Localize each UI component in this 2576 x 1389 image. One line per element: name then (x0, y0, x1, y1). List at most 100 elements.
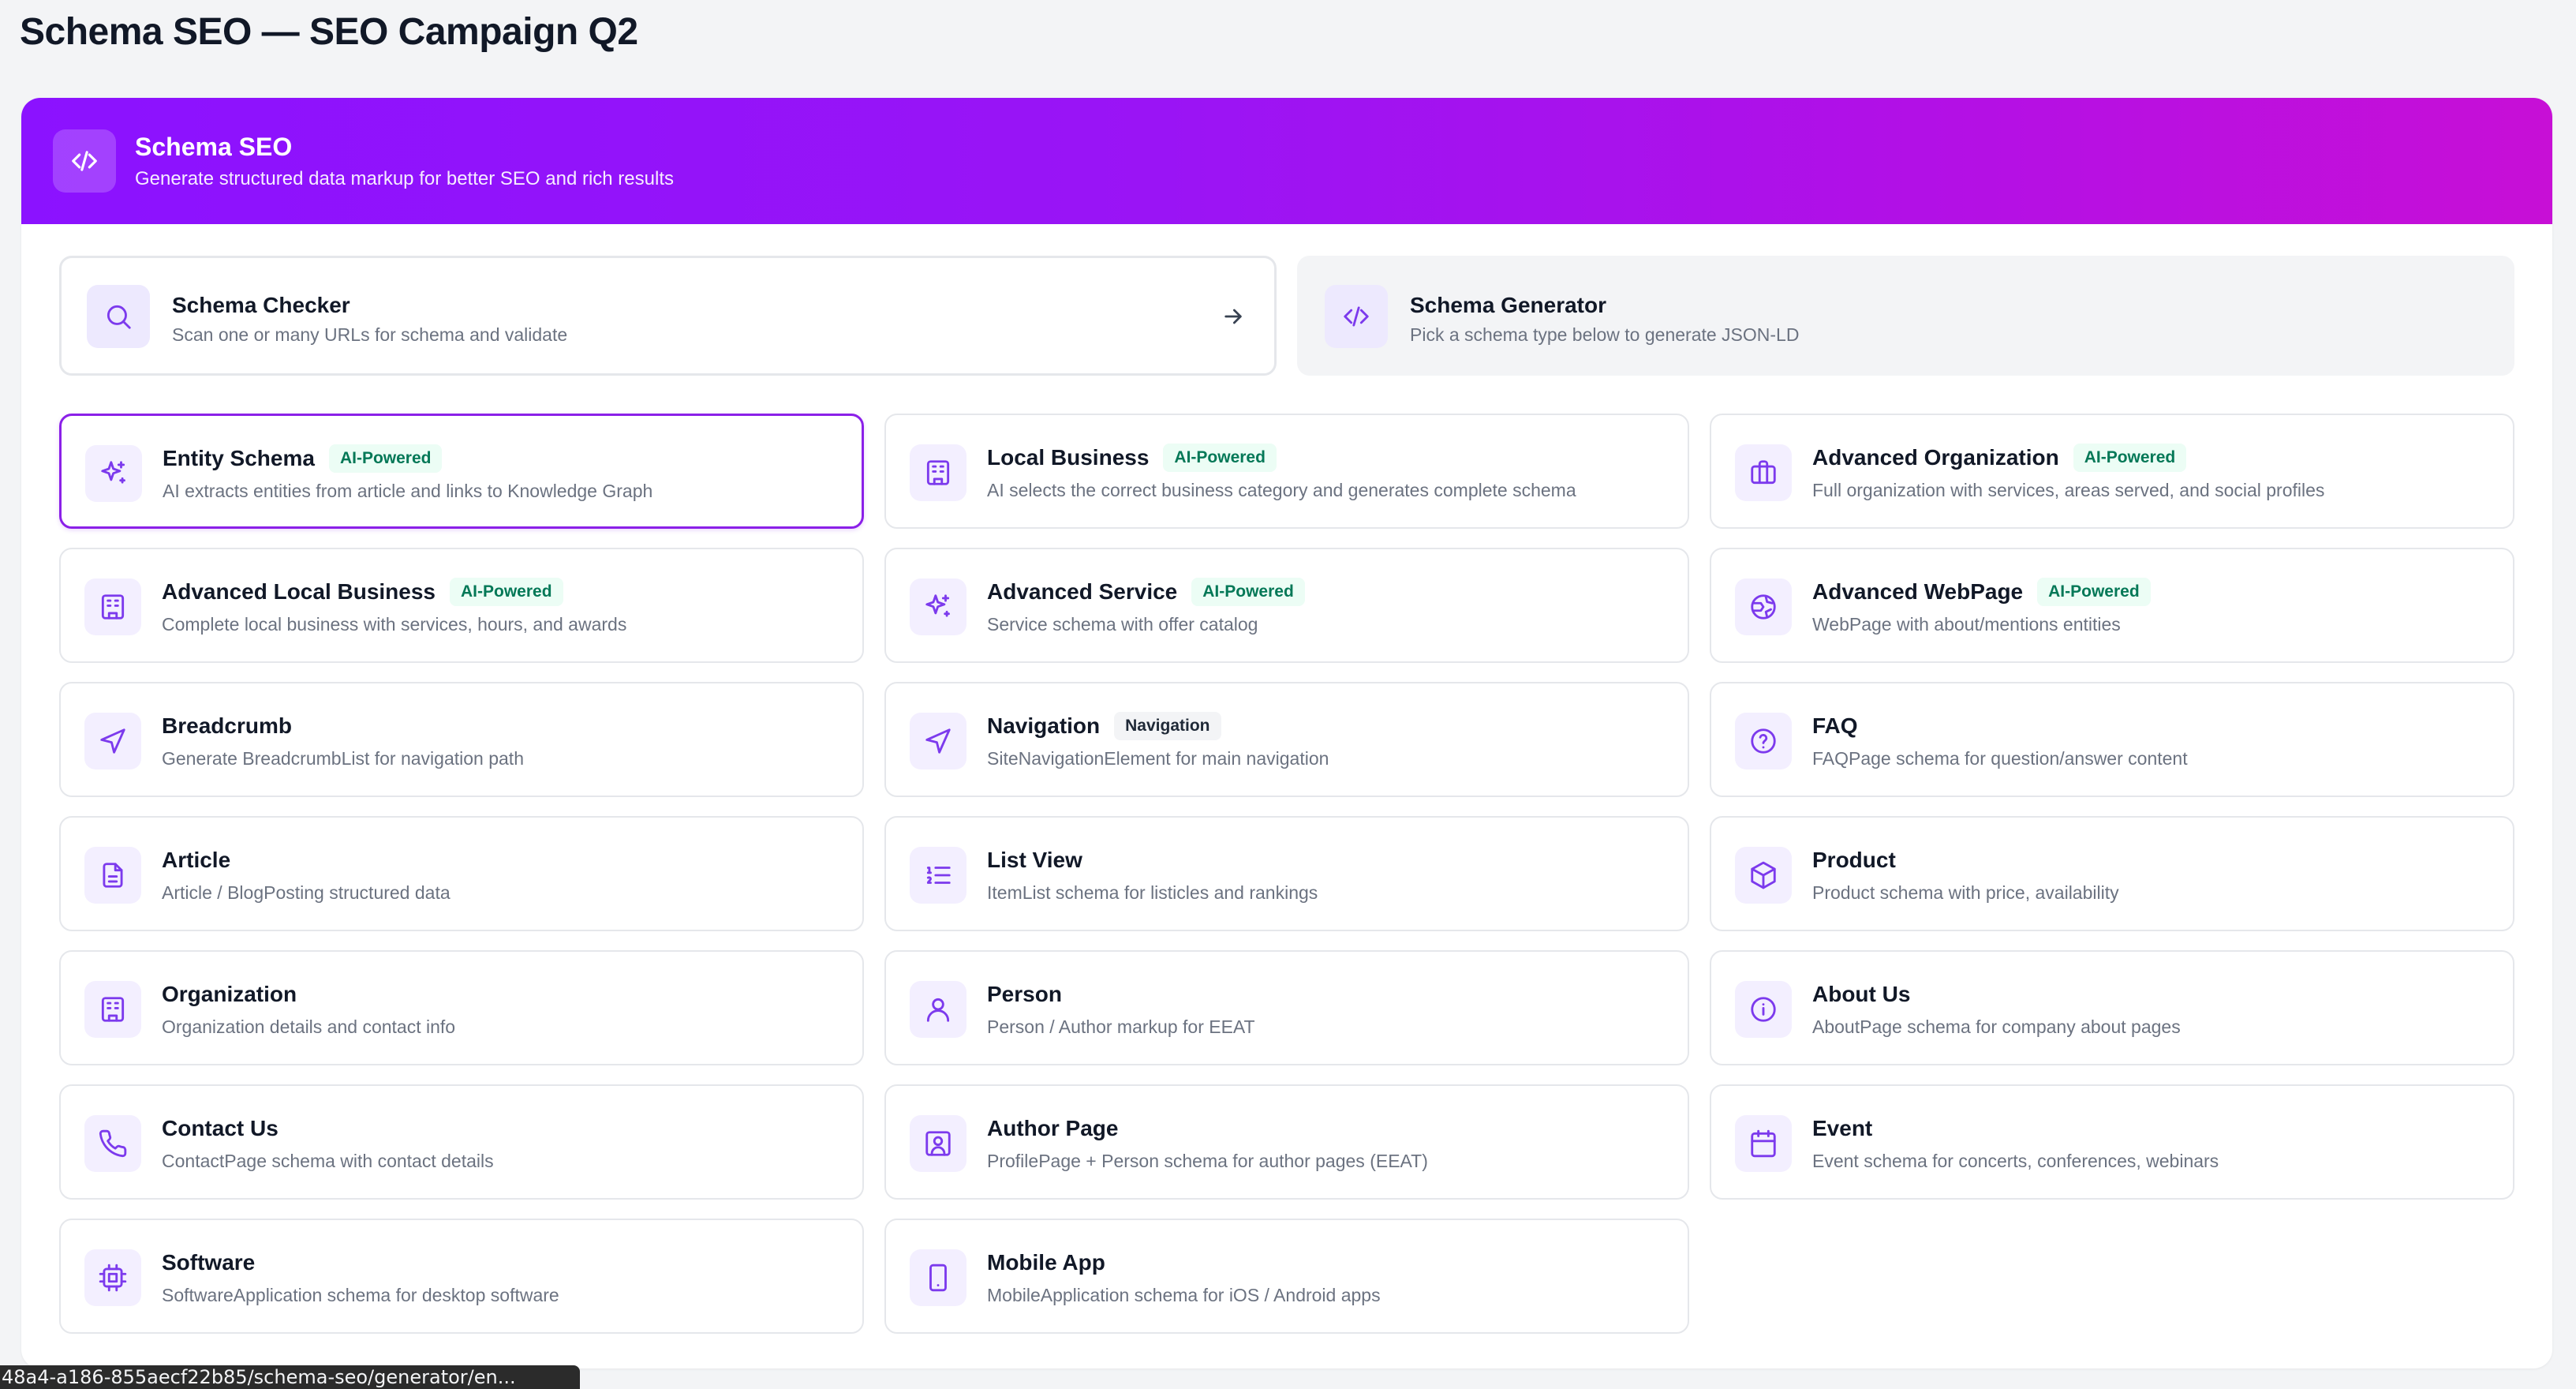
card-icon-box (84, 578, 141, 635)
sparkles-icon (925, 594, 950, 617)
list-ordered-icon (926, 867, 951, 884)
package-icon (1751, 861, 1776, 889)
card-icon-box (1735, 713, 1792, 769)
schema-type-card-article[interactable]: Article Article / BlogPosting structured… (59, 816, 864, 931)
card-header: Navigation Navigation (987, 710, 1221, 742)
card-subtitle: AI selects the correct business category… (987, 480, 1576, 500)
schema-type-card-software[interactable]: Software SoftwareApplication schema for … (59, 1219, 864, 1334)
card-subtitle: Person / Author markup for EEAT (987, 1016, 1255, 1037)
navigation-icon (925, 728, 951, 754)
card-subtitle: AI extracts entities from article and li… (163, 481, 653, 501)
schema-checker-card[interactable]: Schema Checker Scan one or many URLs for… (59, 256, 1277, 376)
card-icon-box (1735, 1115, 1792, 1172)
card-icon-box (1735, 847, 1792, 904)
card-subtitle: Product schema with price, availability (1812, 882, 2119, 903)
card-header: List View (987, 844, 1082, 876)
card-header: Entity Schema AI-Powered (163, 443, 443, 474)
schema-type-card-navigation[interactable]: Navigation Navigation SiteNavigationElem… (884, 682, 1689, 797)
schema-type-card-advanced-local-business[interactable]: Advanced Local Business AI-Powered Compl… (59, 548, 864, 663)
card-header: About Us (1812, 979, 1910, 1010)
schema-generator-card[interactable]: Schema Generator Pick a schema type belo… (1297, 256, 2514, 376)
schema-type-card-contact-us[interactable]: Contact Us ContactPage schema with conta… (59, 1084, 864, 1200)
card-icon-box (910, 1115, 966, 1172)
user-icon (926, 998, 950, 1022)
card-header: Advanced Local Business AI-Powered (162, 576, 563, 608)
card-header: Contact Us (162, 1113, 279, 1144)
schema-type-card-entity-schema[interactable]: Entity Schema AI-Powered AI extracts ent… (59, 414, 864, 529)
card-icon-box (85, 445, 142, 502)
card-title: List View (987, 848, 1082, 872)
schema-type-card-advanced-service[interactable]: Advanced Service AI-Powered Service sche… (884, 548, 1689, 663)
page-title: Schema SEO — SEO Campaign Q2 (20, 11, 638, 53)
card-subtitle: Article / BlogPosting structured data (162, 882, 451, 903)
schema-type-card-mobile-app[interactable]: Mobile App MobileApplication schema for … (884, 1219, 1689, 1334)
card-title: About Us (1812, 982, 1911, 1006)
schema-type-card-organization[interactable]: Organization Organization details and co… (59, 950, 864, 1065)
card-icon-box (910, 713, 966, 769)
card-title: Advanced Local Business (162, 579, 436, 604)
card-subtitle: FAQPage schema for question/answer conte… (1812, 748, 2188, 769)
card-subtitle: Organization details and contact info (162, 1016, 456, 1037)
card-icon-box (910, 847, 966, 904)
globe-icon (1751, 594, 1776, 620)
ai-powered-badge: AI-Powered (2037, 578, 2151, 606)
card-title: Contact Us (162, 1116, 279, 1140)
card-icon-box (910, 1249, 966, 1306)
card-title: Local Business (987, 445, 1150, 470)
card-title: Breadcrumb (162, 713, 292, 738)
card-header: Article (162, 844, 230, 876)
card-subtitle: ContactPage schema with contact details (162, 1151, 494, 1171)
help-circle-icon (1751, 728, 1776, 754)
tool-icon-box (1325, 285, 1388, 348)
card-subtitle: SiteNavigationElement for main navigatio… (987, 748, 1329, 769)
card-header: Breadcrumb (162, 710, 292, 742)
cpu-icon (99, 1264, 127, 1292)
tool-icon-box (87, 285, 150, 348)
card-subtitle: WebPage with about/mentions entities (1812, 614, 2121, 635)
ai-powered-badge: AI-Powered (2073, 444, 2187, 472)
sparkles-icon (101, 461, 125, 484)
building-icon (101, 997, 125, 1022)
schema-type-card-list-view[interactable]: List View ItemList schema for listicles … (884, 816, 1689, 931)
card-header: Mobile App (987, 1247, 1105, 1279)
card-title: Mobile App (987, 1250, 1105, 1275)
code-icon (72, 151, 97, 171)
schema-type-card-person[interactable]: Person Person / Author markup for EEAT (884, 950, 1689, 1065)
schema-type-card-about-us[interactable]: About Us AboutPage schema for company ab… (1710, 950, 2514, 1065)
card-icon-box (910, 981, 966, 1038)
tool-subtitle: Pick a schema type below to generate JSO… (1410, 324, 1800, 345)
card-title: Entity Schema (163, 446, 315, 470)
card-subtitle: SoftwareApplication schema for desktop s… (162, 1285, 559, 1305)
file-text-icon (103, 863, 123, 888)
schema-type-card-product[interactable]: Product Product schema with price, avail… (1710, 816, 2514, 931)
card-subtitle: AboutPage schema for company about pages (1812, 1016, 2181, 1037)
schema-type-card-advanced-webpage[interactable]: Advanced WebPage AI-Powered WebPage with… (1710, 548, 2514, 663)
schema-type-card-advanced-organization[interactable]: Advanced Organization AI-Powered Full or… (1710, 414, 2514, 529)
card-header: Product (1812, 844, 1896, 876)
schema-type-card-faq[interactable]: FAQ FAQPage schema for question/answer c… (1710, 682, 2514, 797)
building-icon (101, 594, 125, 620)
ai-powered-badge: AI-Powered (450, 578, 563, 606)
schema-type-card-breadcrumb[interactable]: Breadcrumb Generate BreadcrumbList for n… (59, 682, 864, 797)
schema-seo-banner: Schema SEO Generate structured data mark… (21, 98, 2552, 224)
card-icon-box (1735, 578, 1792, 635)
card-header: Organization (162, 979, 297, 1010)
tool-title: Schema Checker (172, 293, 350, 317)
card-header: Event (1812, 1113, 1872, 1144)
card-icon-box (910, 444, 966, 501)
schema-type-card-author-page[interactable]: Author Page ProfilePage + Person schema … (884, 1084, 1689, 1200)
card-subtitle: Complete local business with services, h… (162, 614, 627, 635)
card-title: Navigation (987, 713, 1101, 738)
briefcase-icon (1751, 460, 1776, 485)
card-header: Author Page (987, 1113, 1118, 1144)
schema-type-card-local-business[interactable]: Local Business AI-Powered AI selects the… (884, 414, 1689, 529)
schema-type-card-event[interactable]: Event Event schema for concerts, confere… (1710, 1084, 2514, 1200)
code-icon (1344, 306, 1369, 327)
tool-subtitle: Scan one or many URLs for schema and val… (172, 324, 568, 345)
card-header: Advanced WebPage AI-Powered (1812, 576, 2151, 608)
ai-powered-badge: AI-Powered (1163, 444, 1277, 472)
card-subtitle: MobileApplication schema for iOS / Andro… (987, 1285, 1381, 1305)
card-icon-box (84, 1249, 141, 1306)
card-subtitle: ItemList schema for listicles and rankin… (987, 882, 1318, 903)
card-title: Person (987, 982, 1062, 1006)
